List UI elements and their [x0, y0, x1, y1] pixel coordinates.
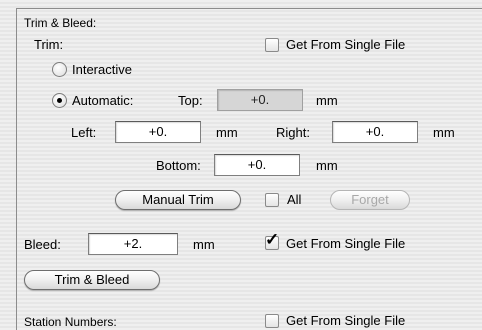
radio-selected-dot	[57, 98, 62, 103]
automatic-radio[interactable]	[52, 93, 67, 108]
trim-and-bleed-button[interactable]: Trim & Bleed	[24, 270, 160, 290]
all-checkbox[interactable]	[265, 193, 279, 207]
bottom-label: Bottom:	[156, 158, 201, 173]
left-label: Left:	[71, 125, 97, 140]
station-numbers-title: Station Numbers:	[24, 315, 117, 329]
bleed-get-from-single-file-checkbox[interactable]: ✓	[265, 231, 279, 250]
station-numbers-get-from-single-file-checkbox[interactable]	[265, 314, 279, 328]
top-unit: mm	[316, 93, 338, 108]
automatic-label: Automatic:	[72, 93, 134, 108]
right-unit: mm	[433, 125, 455, 140]
left-unit: mm	[216, 125, 238, 140]
right-label: Right:	[276, 125, 310, 140]
bottom-field[interactable]: +0.	[214, 154, 300, 176]
left-field[interactable]: +0.	[115, 121, 201, 143]
bottom-unit: mm	[316, 158, 338, 173]
forget-button[interactable]: Forget	[330, 190, 410, 210]
bleed-field[interactable]: +2.	[88, 233, 178, 255]
top-label: Top:	[178, 93, 203, 108]
bleed-label: Bleed:	[24, 237, 61, 252]
all-label: All	[287, 192, 302, 207]
trim-bleed-title: Trim & Bleed:	[24, 16, 97, 30]
top-field: +0.	[217, 89, 303, 111]
trim-get-from-single-file-label: Get From Single File	[286, 37, 406, 52]
interactive-radio[interactable]	[52, 62, 67, 77]
manual-trim-button[interactable]: Manual Trim	[115, 190, 241, 210]
interactive-label: Interactive	[72, 62, 132, 77]
bleed-get-from-single-file-label: Get From Single File	[286, 236, 406, 251]
bleed-unit: mm	[193, 237, 215, 252]
right-field[interactable]: +0.	[332, 121, 418, 143]
trim-get-from-single-file-checkbox[interactable]	[265, 38, 279, 52]
trim-label: Trim:	[34, 37, 64, 52]
checkmark-icon: ✓	[265, 230, 280, 249]
station-numbers-get-from-single-file-label: Get From Single File	[286, 313, 406, 328]
